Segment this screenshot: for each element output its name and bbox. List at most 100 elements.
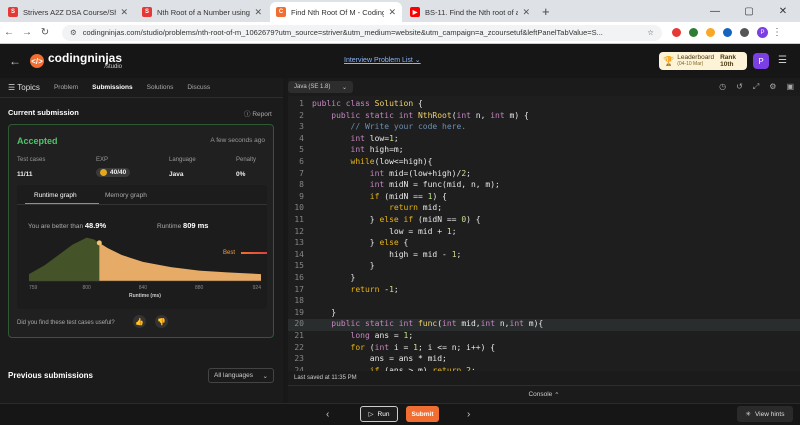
close-tab-icon[interactable]: ✕ bbox=[522, 7, 530, 18]
extension-green-icon[interactable] bbox=[689, 28, 698, 37]
back-icon[interactable]: ← bbox=[0, 27, 18, 38]
tab-favicon-icon: C bbox=[276, 7, 286, 17]
code-line: 23 ans = ans * mid; bbox=[288, 354, 800, 366]
report-label: Report bbox=[252, 111, 272, 118]
site-info-icon[interactable]: ⚙ bbox=[70, 28, 77, 37]
tab-problem[interactable]: Problem bbox=[54, 84, 78, 91]
code-token: } bbox=[312, 273, 356, 282]
new-tab-button[interactable]: + bbox=[542, 2, 550, 22]
forward-icon[interactable]: → bbox=[18, 27, 36, 38]
codingninjas-logo[interactable]: </> codingninjas /studio bbox=[30, 52, 122, 70]
thumbs-up-icon[interactable]: 👍 bbox=[133, 315, 146, 328]
code-token: (low<=high){ bbox=[374, 157, 433, 166]
code-token: mid=(low+high)/ bbox=[389, 168, 462, 178]
report-button[interactable]: ⓘ Report bbox=[244, 108, 272, 118]
browser-tab[interactable]: S Nth Root of a Number using Bi ✕ bbox=[136, 2, 268, 22]
reset-code-icon[interactable]: ↺ bbox=[736, 82, 743, 92]
run-button[interactable]: ▷ Run bbox=[360, 406, 398, 422]
previous-submissions-title: Previous submissions bbox=[8, 371, 93, 380]
leaderboard-badge[interactable]: 🏆 Leaderboard (04-10 Mar) Rank 10th bbox=[659, 52, 747, 70]
ninja-logo-icon: </> bbox=[30, 54, 44, 68]
code-line: 9 if (midN == 1) { bbox=[288, 192, 800, 204]
browser-profile-avatar[interactable]: P bbox=[757, 27, 768, 38]
next-problem-icon[interactable]: › bbox=[467, 409, 470, 420]
thumbs-down-icon[interactable]: 👎 bbox=[155, 315, 168, 328]
minimize-icon[interactable]: — bbox=[698, 6, 732, 17]
code-token: } bbox=[312, 215, 380, 224]
extension-blue-icon[interactable] bbox=[723, 28, 732, 37]
line-number: 7 bbox=[299, 168, 304, 178]
line-number: 3 bbox=[299, 122, 304, 132]
code-token: ; bbox=[466, 168, 471, 178]
info-icon: ⓘ bbox=[244, 111, 251, 118]
submission-card: Accepted A few seconds ago Test cases 11… bbox=[8, 124, 274, 338]
code-token: n, bbox=[499, 319, 510, 329]
url-field[interactable]: ⚙ codingninjas.com/studio/problems/nth-r… bbox=[62, 24, 662, 41]
back-arrow-icon[interactable]: ← bbox=[0, 54, 30, 68]
reload-icon[interactable]: ↻ bbox=[36, 27, 54, 38]
play-icon: ▷ bbox=[368, 411, 374, 418]
code-token: public bbox=[331, 319, 365, 329]
interview-problem-list-link[interactable]: Interview Problem List ⌄ bbox=[344, 56, 421, 64]
timer-icon[interactable]: ◷ bbox=[719, 82, 726, 92]
stat-label-language: Language bbox=[169, 157, 196, 163]
maximize-icon[interactable]: ▢ bbox=[732, 6, 766, 17]
tab-favicon-icon: ▶ bbox=[410, 7, 420, 17]
extension-red-icon[interactable] bbox=[672, 28, 681, 37]
browser-tab[interactable]: S Strivers A2Z DSA Course/Sheet✕ bbox=[2, 2, 134, 22]
line-number: 5 bbox=[299, 145, 304, 155]
graph-box: Runtime graph Memory graph You are bette… bbox=[17, 185, 267, 309]
close-tab-icon[interactable]: ✕ bbox=[388, 7, 396, 18]
code-token: } bbox=[312, 238, 380, 248]
browser-menu-icon[interactable]: ⋮ bbox=[768, 27, 786, 38]
left-panel: ☰ Topics Problem Submissions Solutions D… bbox=[0, 78, 283, 403]
submit-button[interactable]: Submit bbox=[406, 406, 439, 422]
expand-panel-icon[interactable]: ▣ bbox=[786, 82, 794, 92]
console-toggle[interactable]: Console ⌃ bbox=[288, 385, 800, 403]
extension-yellow-icon[interactable] bbox=[706, 28, 715, 37]
extensions: P ⋮ bbox=[668, 27, 786, 38]
line-number: 19 bbox=[294, 307, 304, 317]
code-editor[interactable]: 1 public class Solution {2 public static … bbox=[288, 96, 800, 371]
code-line: 6 while(low<=high){ bbox=[288, 157, 800, 169]
last-saved-text: Last saved at 11:35 PM bbox=[288, 371, 800, 385]
code-token: int bbox=[350, 133, 370, 143]
x-tick-label: 924 bbox=[253, 285, 262, 291]
line-number: 20 bbox=[294, 319, 304, 329]
tab-solutions[interactable]: Solutions bbox=[147, 84, 174, 91]
useful-question: Did you find these test cases useful? bbox=[17, 320, 115, 326]
tab-submissions[interactable]: Submissions bbox=[92, 84, 132, 91]
code-token: int bbox=[509, 319, 529, 329]
hamburger-menu-icon[interactable]: ☰ bbox=[778, 55, 787, 66]
language-picker[interactable]: Java (SE 1.8) ⌄ bbox=[288, 81, 353, 93]
browser-tab[interactable]: ▶ BS-11. Find the Nth root of an ✕ bbox=[404, 2, 536, 22]
user-avatar[interactable]: P bbox=[753, 53, 769, 69]
code-token: int bbox=[369, 168, 390, 178]
fullscreen-icon[interactable]: ⤢ bbox=[753, 82, 759, 92]
prev-problem-icon[interactable]: ‹ bbox=[326, 409, 329, 420]
view-hints-button[interactable]: ✳ View hints bbox=[737, 406, 793, 422]
code-line: 3 // Write your code here. bbox=[288, 122, 800, 134]
x-tick-label: 840 bbox=[139, 285, 148, 291]
address-bar-row: ← → ↻ ⚙ codingninjas.com/studio/problems… bbox=[0, 22, 800, 44]
code-token: int bbox=[350, 145, 370, 155]
language-filter-select[interactable]: All languages ⌄ bbox=[208, 368, 274, 383]
settings-gear-icon[interactable]: ⚙ bbox=[769, 82, 776, 92]
x-tick-label: 880 bbox=[195, 285, 204, 291]
extensions-puzzle-icon[interactable] bbox=[740, 28, 749, 37]
code-token: static bbox=[364, 319, 399, 329]
code-token: n, bbox=[475, 110, 491, 120]
bookmark-star-icon[interactable]: ☆ bbox=[647, 28, 654, 37]
tab-topics[interactable]: ☰ Topics bbox=[8, 83, 40, 92]
window-controls: — ▢ ✕ bbox=[698, 0, 800, 22]
tab-discuss[interactable]: Discuss bbox=[187, 84, 210, 91]
interview-list-label: Interview Problem List bbox=[344, 57, 413, 64]
line-number: 22 bbox=[294, 342, 304, 352]
close-window-icon[interactable]: ✕ bbox=[766, 6, 800, 17]
stat-value-penalty: 0% bbox=[236, 171, 246, 178]
close-tab-icon[interactable]: ✕ bbox=[254, 7, 262, 18]
browser-tab[interactable]: C Find Nth Root Of M - Coding N ✕ bbox=[270, 2, 402, 22]
close-tab-icon[interactable]: ✕ bbox=[120, 7, 128, 18]
